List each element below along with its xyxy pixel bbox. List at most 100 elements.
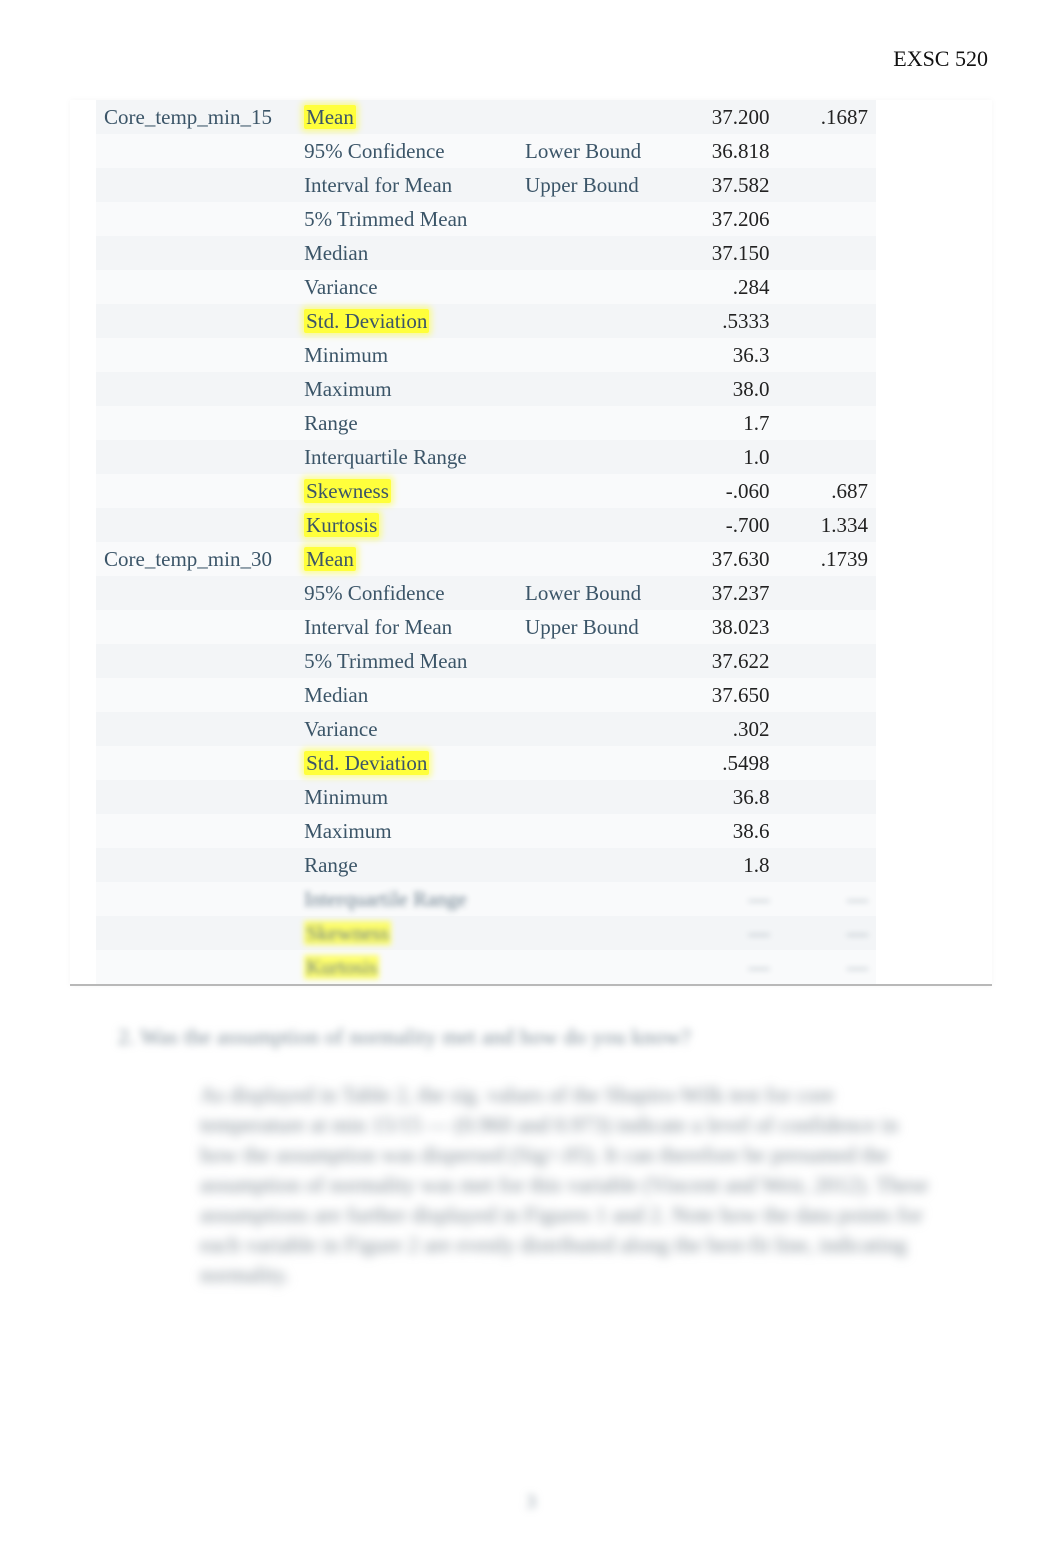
table-row: 95% ConfidenceLower Bound36.818 (96, 134, 876, 168)
variable-cell (96, 780, 296, 814)
stat-label: Variance (296, 270, 517, 304)
stat-value: 37.206 (675, 202, 784, 236)
stat-stderror (783, 202, 876, 236)
variable-cell (96, 712, 296, 746)
stat-value: -.060 (675, 474, 784, 508)
stat-stderror (783, 746, 876, 780)
stat-label: Std. Deviation (296, 746, 517, 780)
descriptives-table: Core_temp_min_15Mean37.200.168795% Confi… (96, 100, 876, 984)
stat-stderror (783, 814, 876, 848)
stat-value: -.700 (675, 508, 784, 542)
table-row: Kurtosis-.7001.334 (96, 508, 876, 542)
stat-value: 36.3 (675, 338, 784, 372)
stat-value: .302 (675, 712, 784, 746)
stat-value: 38.0 (675, 372, 784, 406)
stat-label: Range (296, 406, 517, 440)
table-row: Interquartile Range1.0 (96, 440, 876, 474)
table-row: 5% Trimmed Mean37.206 (96, 202, 876, 236)
table-row: Core_temp_min_30Mean37.630.1739 (96, 542, 876, 576)
stat-stderror: .1687 (783, 100, 876, 134)
stat-sublabel (517, 848, 675, 882)
table-row: Median37.650 (96, 678, 876, 712)
table-row: Range1.8 (96, 848, 876, 882)
variable-cell: Core_temp_min_15 (96, 100, 296, 134)
variable-cell (96, 372, 296, 406)
variable-cell (96, 474, 296, 508)
stat-stderror (783, 644, 876, 678)
stat-sublabel: Upper Bound (517, 168, 675, 202)
stat-stderror (783, 712, 876, 746)
table-row: Minimum 36.3 (96, 338, 876, 372)
page-header: EXSC 520 (70, 46, 992, 72)
stat-sublabel: Lower Bound (517, 576, 675, 610)
stat-stderror (783, 134, 876, 168)
stat-label: Std. Deviation (296, 304, 517, 338)
stat-value: 37.150 (675, 236, 784, 270)
stat-stderror (783, 406, 876, 440)
stat-value: 37.237 (675, 576, 784, 610)
stat-value: 38.6 (675, 814, 784, 848)
question-text: 2. Was the assumption of normality met a… (118, 1024, 992, 1050)
stat-label: Minimum (296, 338, 517, 372)
stat-sublabel: Upper Bound (517, 610, 675, 644)
variable-cell (96, 338, 296, 372)
table-row: Median37.150 (96, 236, 876, 270)
stat-label-blurred: Skewness (296, 916, 517, 950)
variable-cell (96, 304, 296, 338)
statistics-table: Core_temp_min_15Mean37.200.168795% Confi… (70, 100, 992, 986)
variable-cell (96, 746, 296, 780)
variable-cell (96, 678, 296, 712)
stat-stderror: .1739 (783, 542, 876, 576)
stat-label-blurred: Kurtosis (296, 950, 517, 984)
table-row: Std. Deviation.5498 (96, 746, 876, 780)
stat-sublabel (517, 780, 675, 814)
table-row-blurred: Skewness—— (96, 916, 876, 950)
variable-cell (96, 236, 296, 270)
table-row: 5% Trimmed Mean 37.622 (96, 644, 876, 678)
table-row: 95% ConfidenceLower Bound37.237 (96, 576, 876, 610)
variable-cell (96, 168, 296, 202)
stat-sublabel (517, 440, 675, 474)
stat-sublabel (517, 746, 675, 780)
stat-value: 37.582 (675, 168, 784, 202)
course-code: EXSC 520 (893, 46, 988, 71)
stat-sublabel (517, 372, 675, 406)
variable-cell (96, 202, 296, 236)
stat-sublabel (517, 236, 675, 270)
variable-cell (96, 134, 296, 168)
stat-label: 95% Confidence (296, 576, 517, 610)
table-row: Variance.302 (96, 712, 876, 746)
variable-cell (96, 406, 296, 440)
stat-sublabel (517, 474, 675, 508)
stat-label-blurred: Interquartile Range (296, 882, 517, 916)
stat-stderror (783, 576, 876, 610)
stat-value: 36.818 (675, 134, 784, 168)
stat-stderror: .687 (783, 474, 876, 508)
stat-sublabel (517, 270, 675, 304)
table-row: Maximum38.0 (96, 372, 876, 406)
stat-value: 1.7 (675, 406, 784, 440)
stat-sublabel (517, 338, 675, 372)
stat-sublabel (517, 644, 675, 678)
variable-cell (96, 270, 296, 304)
stat-value: 1.8 (675, 848, 784, 882)
variable-cell (96, 610, 296, 644)
variable-cell (96, 848, 296, 882)
stat-label: Mean (296, 100, 517, 134)
stat-sublabel (517, 678, 675, 712)
stat-stderror (783, 338, 876, 372)
variable-cell (96, 814, 296, 848)
table-row-blurred: Interquartile Range—— (96, 882, 876, 916)
table-row: Interval for MeanUpper Bound38.023 (96, 610, 876, 644)
stat-label: 5% Trimmed Mean (296, 644, 517, 678)
stat-stderror (783, 168, 876, 202)
stat-sublabel (517, 542, 675, 576)
stat-sublabel: Lower Bound (517, 134, 675, 168)
stat-value: 37.622 (675, 644, 784, 678)
table-row: Interval for MeanUpper Bound37.582 (96, 168, 876, 202)
stat-label: Skewness (296, 474, 517, 508)
stat-stderror: 1.334 (783, 508, 876, 542)
stat-sublabel (517, 814, 675, 848)
stat-value: 37.200 (675, 100, 784, 134)
stat-label: Interval for Mean (296, 168, 517, 202)
